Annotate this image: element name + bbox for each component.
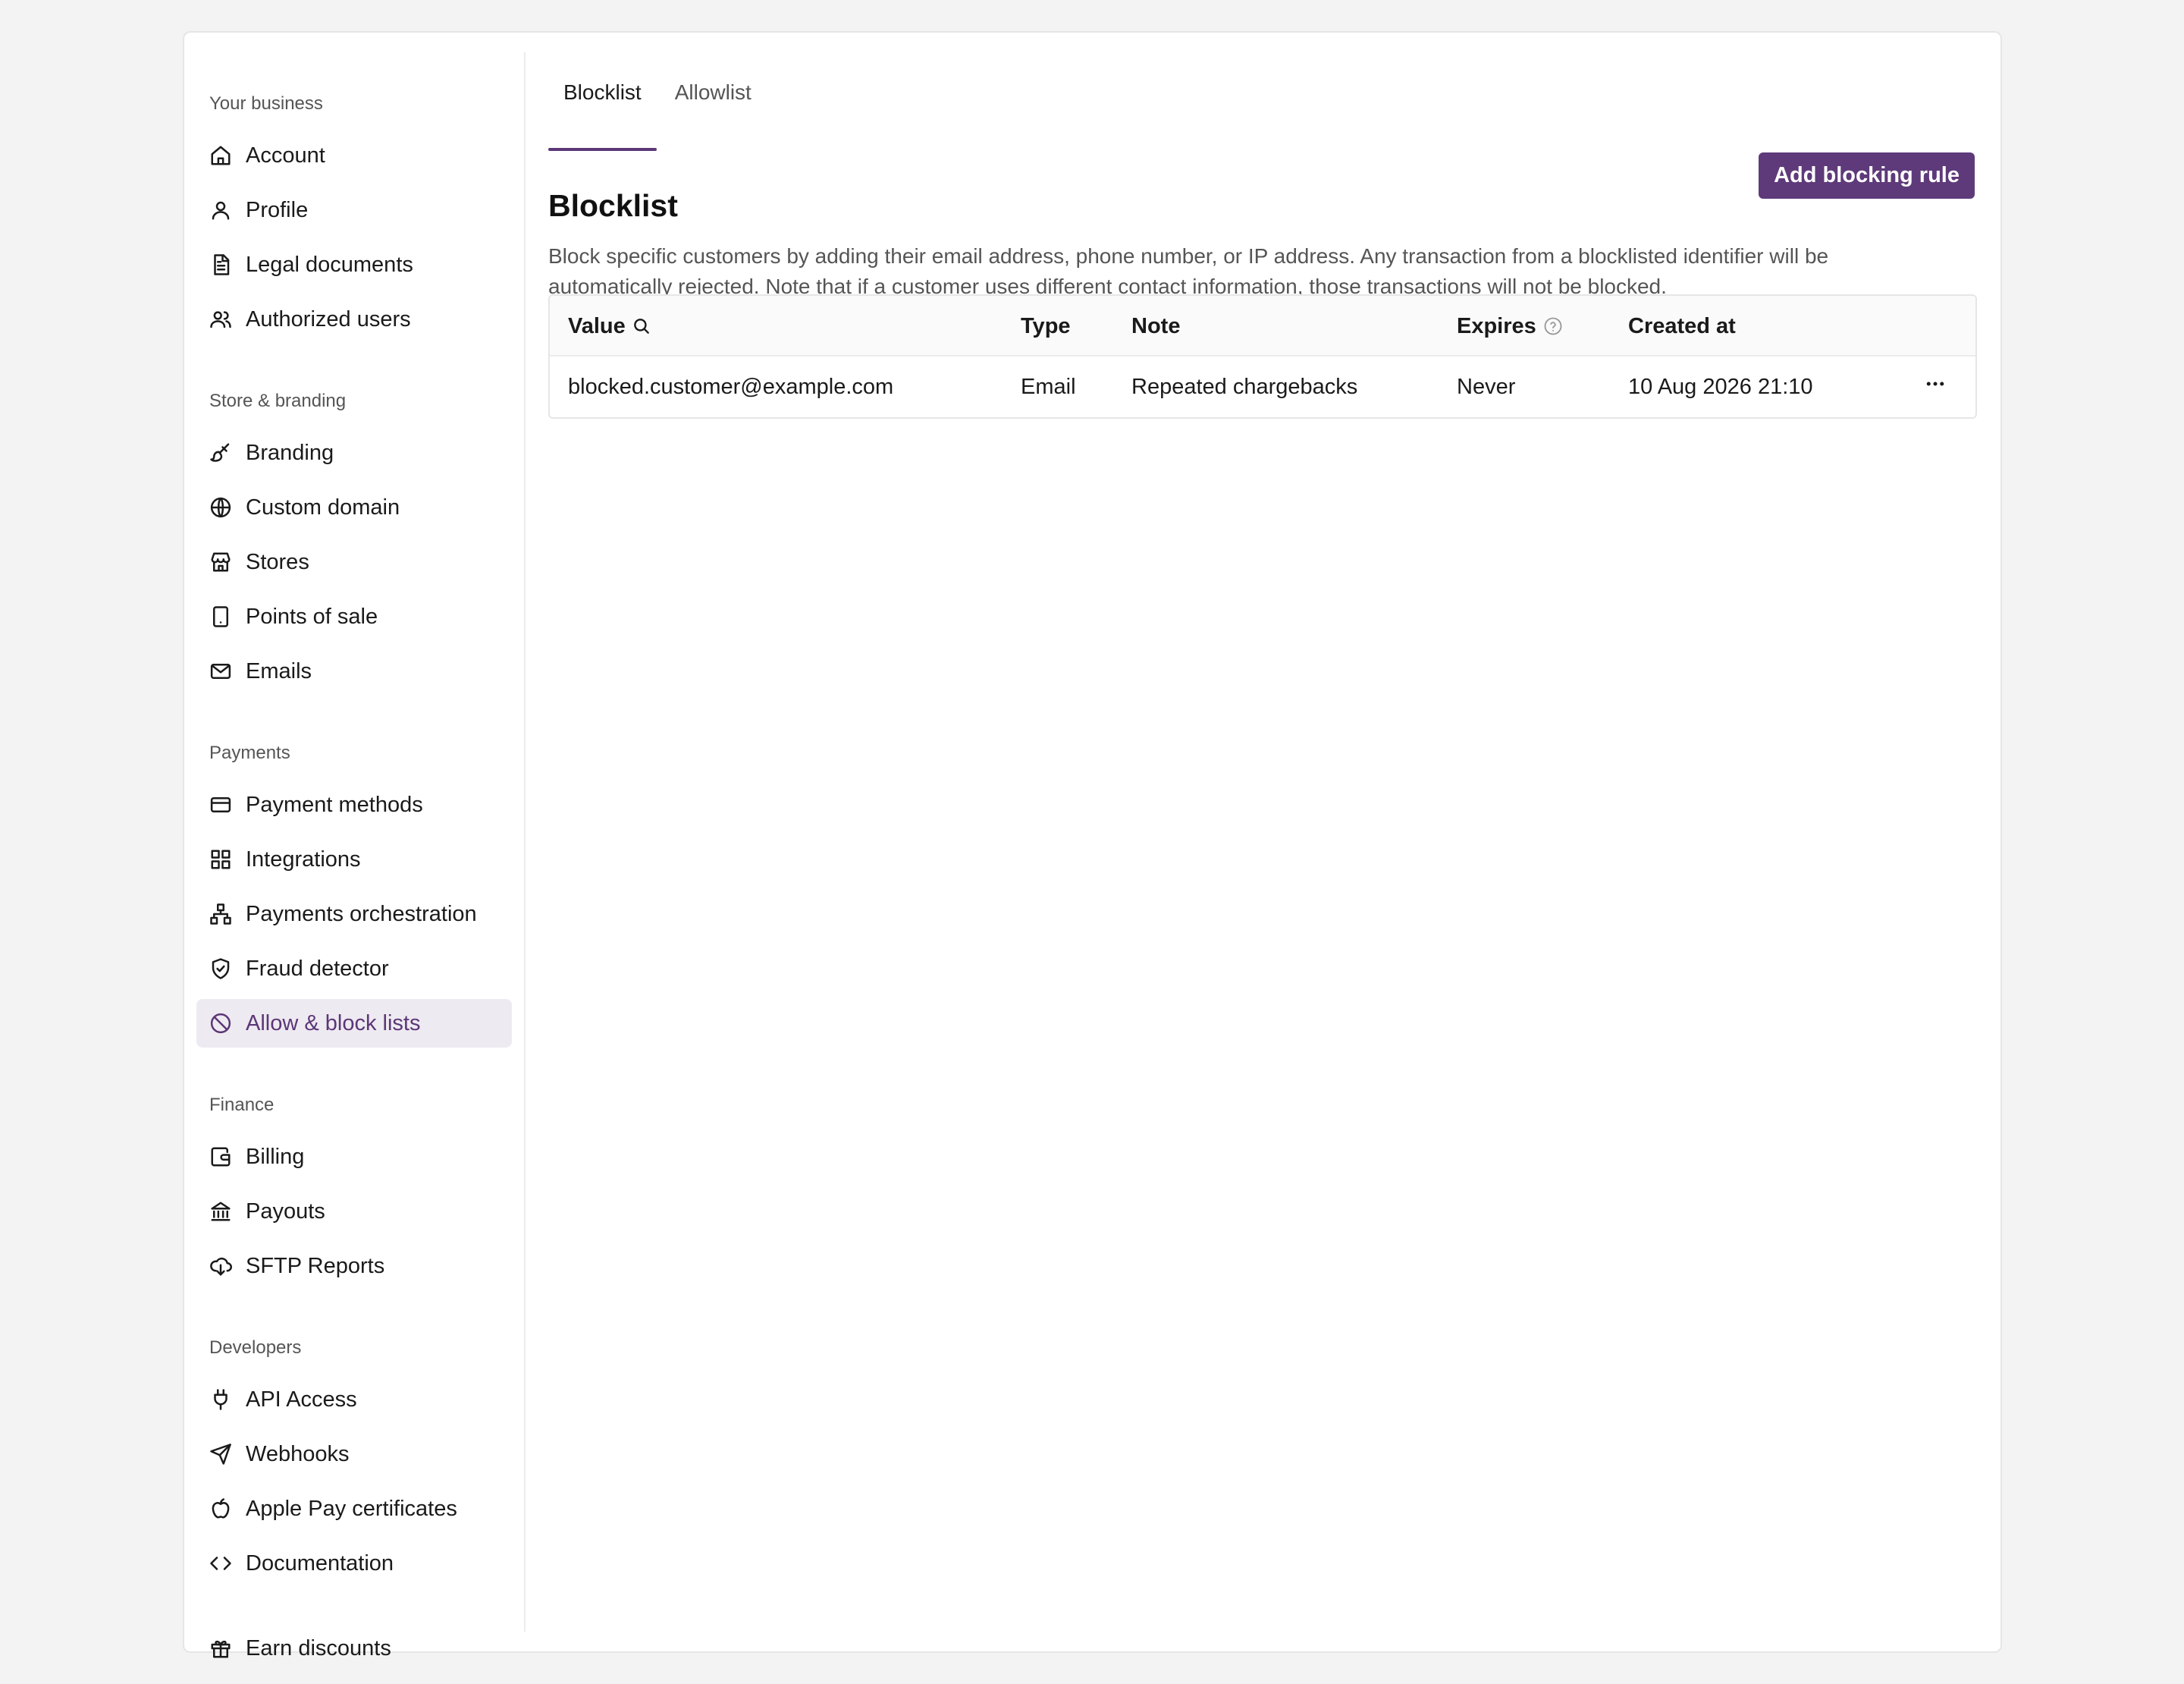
search-icon[interactable] [632, 316, 651, 336]
document-icon [209, 253, 232, 276]
section-finance: Finance [209, 1095, 275, 1115]
sidebar-item-payment-methods[interactable]: Payment methods [196, 781, 512, 829]
sidebar-item-label: Payment methods [246, 792, 423, 817]
sidebar-item-label: Billing [246, 1144, 305, 1169]
cloud-download-icon [209, 1255, 232, 1277]
column-header-label: Expires [1457, 313, 1536, 338]
storefront-icon [209, 551, 232, 573]
credit-card-icon [209, 793, 232, 816]
section-payments: Payments [209, 743, 290, 763]
sidebar-item-fraud-detector[interactable]: Fraud detector [196, 944, 512, 993]
sidebar-item-label: Points of sale [246, 604, 378, 629]
column-header-value: Value [568, 296, 651, 357]
sidebar-item-emails[interactable]: Emails [196, 647, 512, 696]
row-actions-button[interactable] [1924, 357, 1947, 417]
wallet-icon [209, 1145, 232, 1168]
sidebar-item-stores[interactable]: Stores [196, 538, 512, 586]
settings-card: Your business Account Profile Legal docu… [183, 31, 2002, 1660]
apple-icon [209, 1497, 232, 1520]
page-title: Blocklist [548, 188, 678, 223]
settings-sidebar: Your business Account Profile Legal docu… [184, 52, 526, 1660]
sidebar-item-label: SFTP Reports [246, 1253, 385, 1278]
globe-icon [209, 496, 232, 519]
column-header-note: Note [1131, 313, 1181, 338]
network-icon [209, 903, 232, 925]
sidebar-item-authorized-users[interactable]: Authorized users [196, 295, 512, 344]
plug-icon [209, 1388, 232, 1411]
gift-icon [209, 1637, 232, 1660]
sidebar-item-api-access[interactable]: API Access [196, 1375, 512, 1424]
list-tabs: Blocklist Allowlist [548, 51, 770, 151]
column-header-label: Value [568, 313, 626, 338]
sidebar-item-integrations[interactable]: Integrations [196, 835, 512, 884]
tab-allowlist[interactable]: Allowlist [660, 51, 767, 151]
section-developers: Developers [209, 1337, 302, 1358]
blocklist-table: Value Type Note Expires Created at block… [548, 294, 1977, 419]
sidebar-item-label: Payments orchestration [246, 901, 477, 926]
sidebar-item-label: Custom domain [246, 495, 400, 520]
sidebar-item-payments-orchestration[interactable]: Payments orchestration [196, 890, 512, 938]
main-content: Blocklist Allowlist Blocklist Add blocki… [526, 33, 2000, 1651]
sidebar-item-label: Allow & block lists [246, 1010, 421, 1035]
users-icon [209, 308, 232, 331]
sidebar-item-label: Stores [246, 549, 309, 574]
grid-icon [209, 848, 232, 871]
cell-expires: Never [1457, 374, 1516, 399]
sidebar-item-label: Earn discounts [246, 1635, 391, 1660]
section-store-branding: Store & branding [209, 391, 347, 411]
sidebar-item-profile[interactable]: Profile [196, 186, 512, 234]
column-header-type: Type [1021, 313, 1071, 338]
tab-blocklist[interactable]: Blocklist [548, 51, 657, 151]
sidebar-item-branding[interactable]: Branding [196, 429, 512, 477]
sidebar-item-sftp-reports[interactable]: SFTP Reports [196, 1242, 512, 1290]
sidebar-item-webhooks[interactable]: Webhooks [196, 1430, 512, 1478]
sidebar-item-apple-pay-certificates[interactable]: Apple Pay certificates [196, 1484, 512, 1533]
sidebar-item-legal-documents[interactable]: Legal documents [196, 240, 512, 289]
sidebar-item-label: Webhooks [246, 1441, 350, 1466]
sidebar-item-documentation[interactable]: Documentation [196, 1539, 512, 1588]
more-horizontal-icon [1924, 372, 1947, 401]
table-row: blocked.customer@example.com Email Repea… [550, 357, 1975, 417]
send-icon [209, 1443, 232, 1466]
paintbrush-icon [209, 441, 232, 464]
column-header-expires: Expires [1457, 296, 1564, 357]
column-header-created-at: Created at [1628, 313, 1736, 338]
sidebar-item-label: Apple Pay certificates [246, 1496, 457, 1521]
sidebar-item-label: Integrations [246, 847, 361, 872]
sidebar-item-label: API Access [246, 1387, 357, 1412]
sidebar-item-label: Authorized users [246, 306, 411, 331]
sidebar-item-label: Emails [246, 658, 312, 683]
sidebar-item-label: Fraud detector [246, 956, 389, 981]
sidebar-item-earn-discounts[interactable]: Earn discounts [196, 1624, 512, 1673]
cell-type: Email [1021, 374, 1076, 399]
sidebar-item-label: Payouts [246, 1199, 325, 1224]
sidebar-item-label: Documentation [246, 1550, 394, 1576]
sidebar-item-points-of-sale[interactable]: Points of sale [196, 592, 512, 641]
sidebar-item-custom-domain[interactable]: Custom domain [196, 483, 512, 532]
shield-check-icon [209, 957, 232, 980]
section-your-business: Your business [209, 93, 323, 114]
cell-note: Repeated chargebacks [1131, 374, 1358, 399]
sidebar-item-billing[interactable]: Billing [196, 1133, 512, 1181]
sidebar-item-label: Profile [246, 197, 309, 222]
sidebar-item-account[interactable]: Account [196, 131, 512, 180]
ban-icon [209, 1012, 232, 1035]
cell-created-at: 10 Aug 2026 21:10 [1628, 374, 1813, 399]
table-header: Value Type Note Expires Created at [550, 296, 1975, 357]
user-icon [209, 199, 232, 221]
sidebar-item-label: Account [246, 143, 325, 168]
sidebar-item-label: Branding [246, 440, 334, 465]
sidebar-item-allow-block-lists[interactable]: Allow & block lists [196, 999, 512, 1048]
mail-icon [209, 660, 232, 683]
home-icon [209, 144, 232, 167]
code-icon [209, 1552, 232, 1575]
sidebar-item-label: Legal documents [246, 252, 413, 277]
sidebar-item-payouts[interactable]: Payouts [196, 1187, 512, 1236]
tablet-icon [209, 605, 232, 628]
page-description: Block specific customers by adding their… [548, 244, 1829, 298]
add-blocking-rule-button[interactable]: Add blocking rule [1759, 152, 1975, 199]
bank-icon [209, 1200, 232, 1223]
help-circle-icon[interactable] [1542, 316, 1564, 337]
cell-value: blocked.customer@example.com [568, 374, 894, 399]
